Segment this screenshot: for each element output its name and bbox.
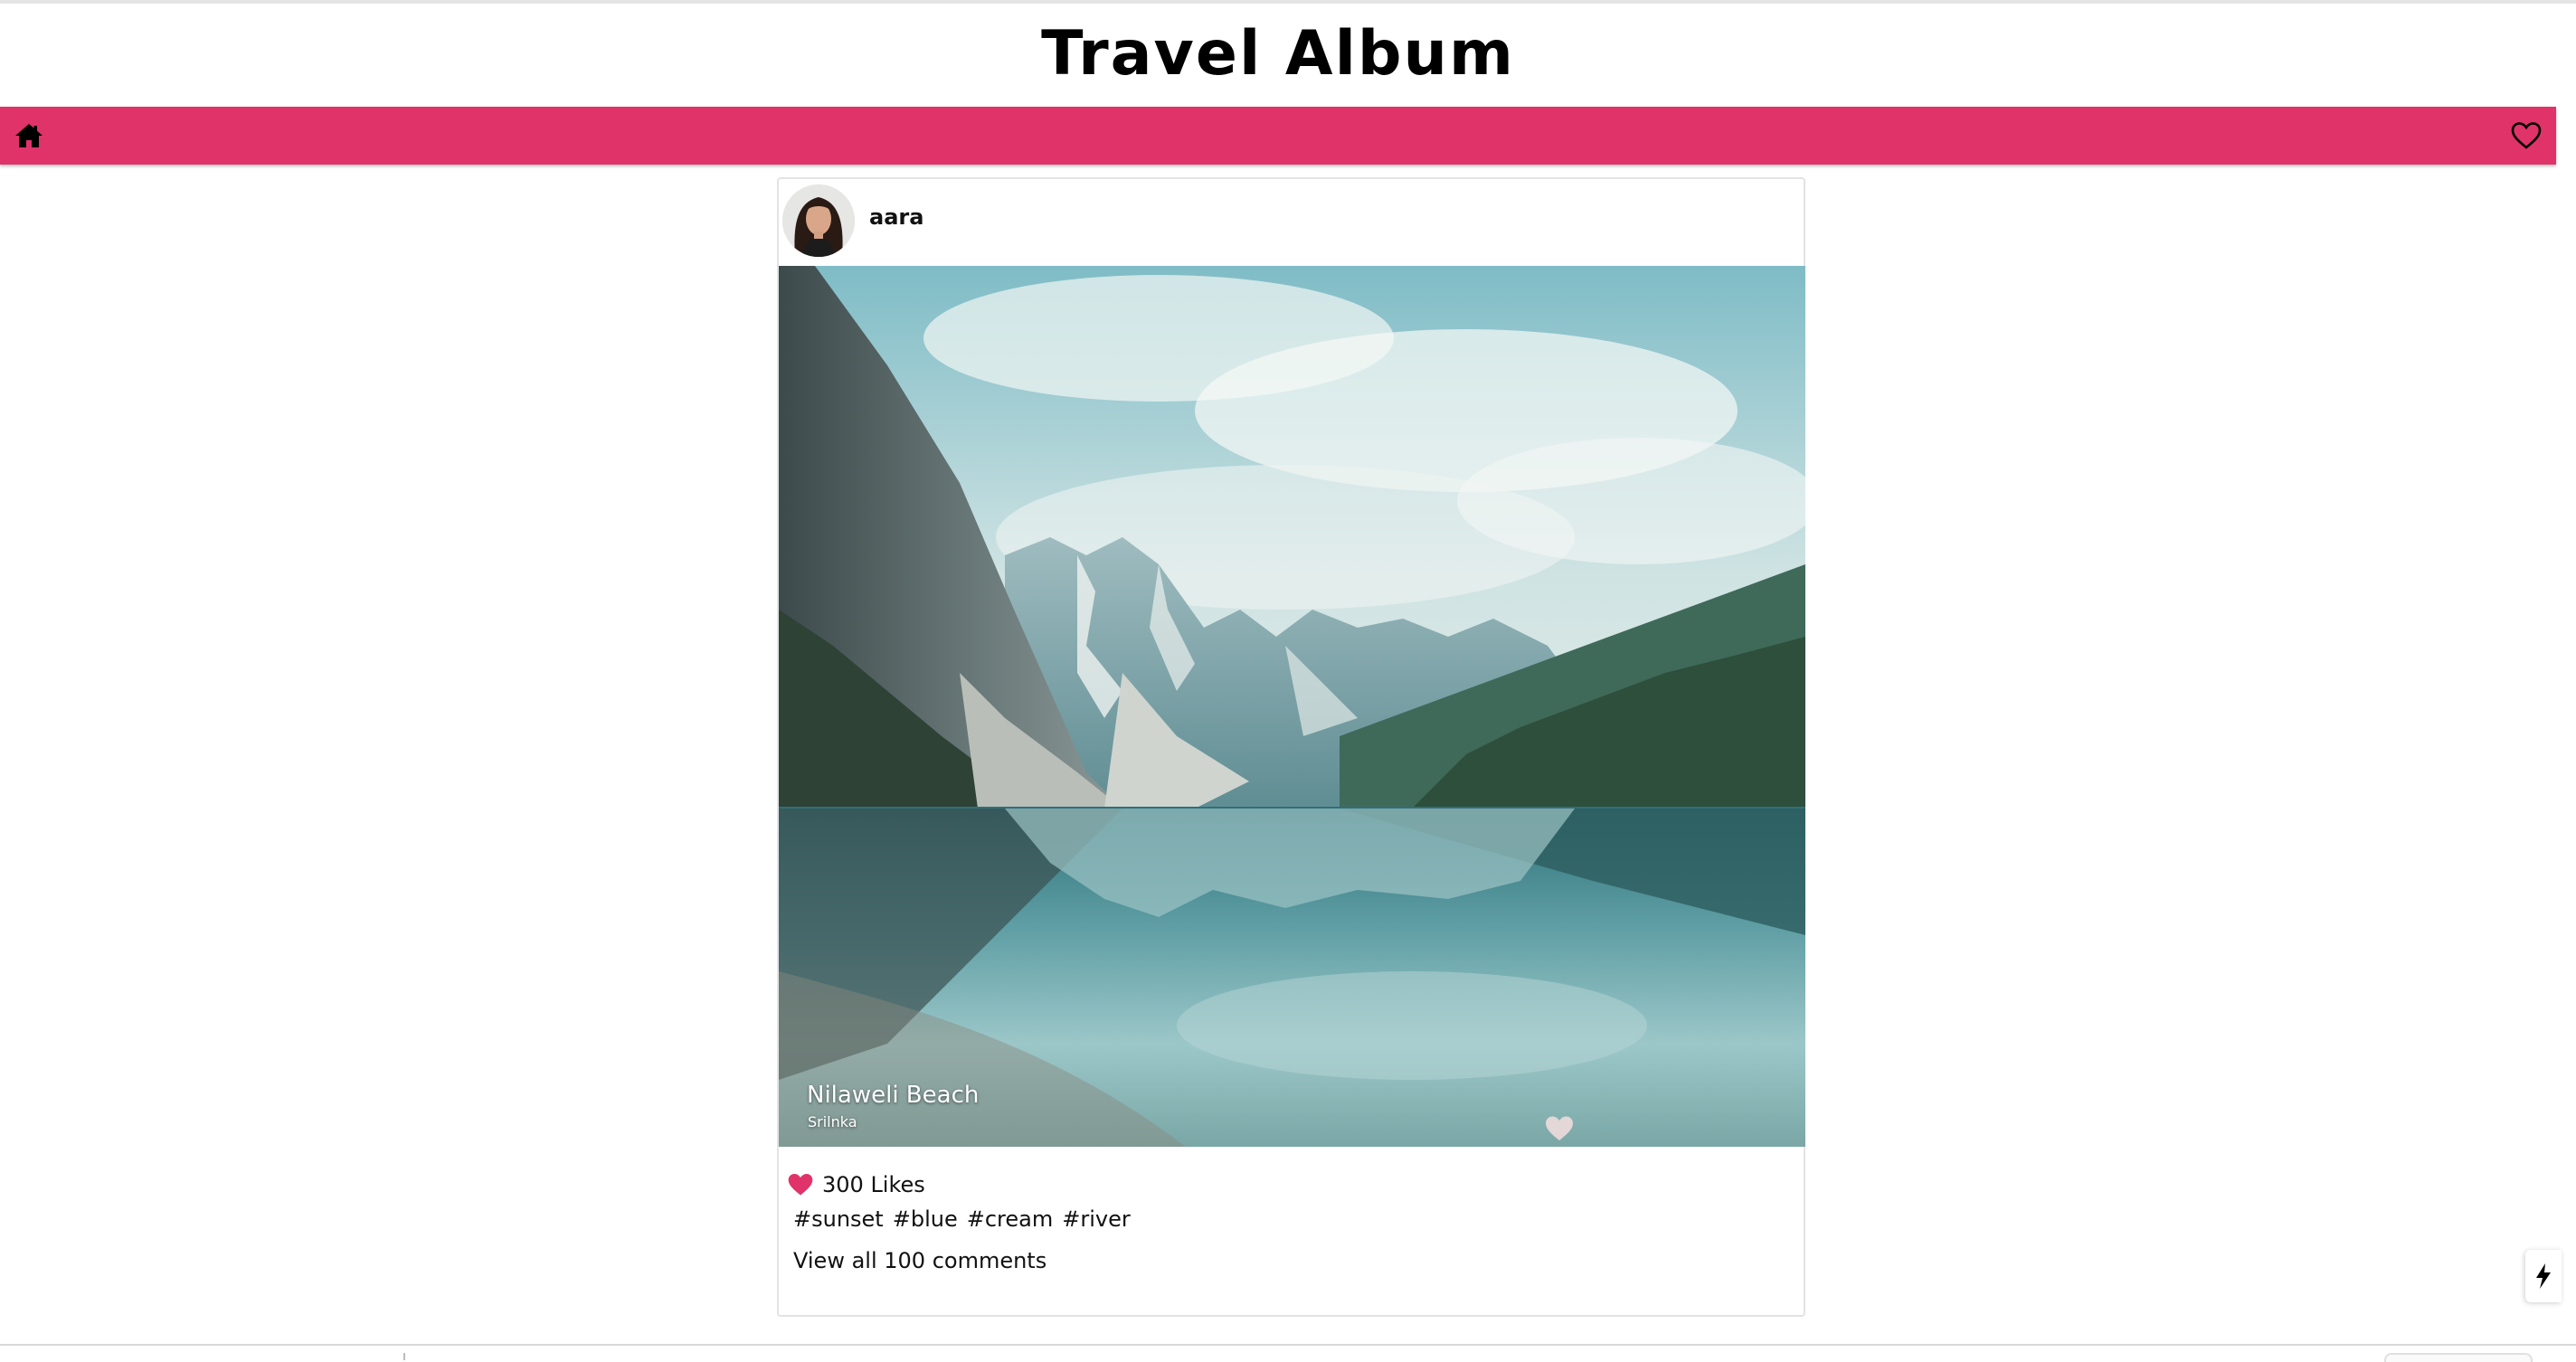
post-username[interactable]: aara: [869, 204, 923, 230]
quick-action-button[interactable]: [2525, 1250, 2562, 1302]
bottom-border: [0, 1344, 2576, 1346]
photo-sublocation: Srilnka: [808, 1113, 857, 1130]
likes-count: 300 Likes: [822, 1172, 925, 1197]
bottom-divider-mark: [403, 1353, 405, 1360]
favorites-button[interactable]: [2509, 119, 2543, 152]
page-title: Travel Album: [1041, 17, 1515, 90]
avatar[interactable]: [782, 184, 855, 257]
home-button[interactable]: [13, 119, 45, 152]
photo-location: Nilaweli Beach: [807, 1082, 980, 1109]
top-navbar: [0, 107, 2556, 165]
post-header: aara: [779, 179, 1804, 266]
hashtag-list: #sunset #blue #cream #river: [793, 1206, 1131, 1232]
photo-like-heart-icon[interactable]: [1543, 1114, 1576, 1143]
post-photo[interactable]: Nilaweli Beach Srilnka: [779, 266, 1805, 1147]
post-card: aara Nilaweli Beach Srilnka 300 Likes #s…: [777, 177, 1805, 1317]
hashtag-cream[interactable]: #cream: [967, 1206, 1054, 1232]
heart-outline-icon: [2511, 122, 2542, 149]
hashtag-blue[interactable]: #blue: [893, 1206, 958, 1232]
bottom-tab-handle[interactable]: [2384, 1353, 2533, 1362]
hashtag-river[interactable]: #river: [1062, 1206, 1130, 1232]
like-heart-icon[interactable]: [786, 1171, 815, 1198]
hashtag-sunset[interactable]: #sunset: [793, 1206, 884, 1232]
view-comments-link[interactable]: View all 100 comments: [793, 1248, 1046, 1273]
home-icon: [15, 124, 43, 147]
avatar-portrait: [782, 184, 855, 257]
likes-row: 300 Likes: [786, 1167, 925, 1203]
mountain-lake-image: [779, 266, 1805, 1147]
lightning-bolt-icon: [2536, 1263, 2551, 1289]
